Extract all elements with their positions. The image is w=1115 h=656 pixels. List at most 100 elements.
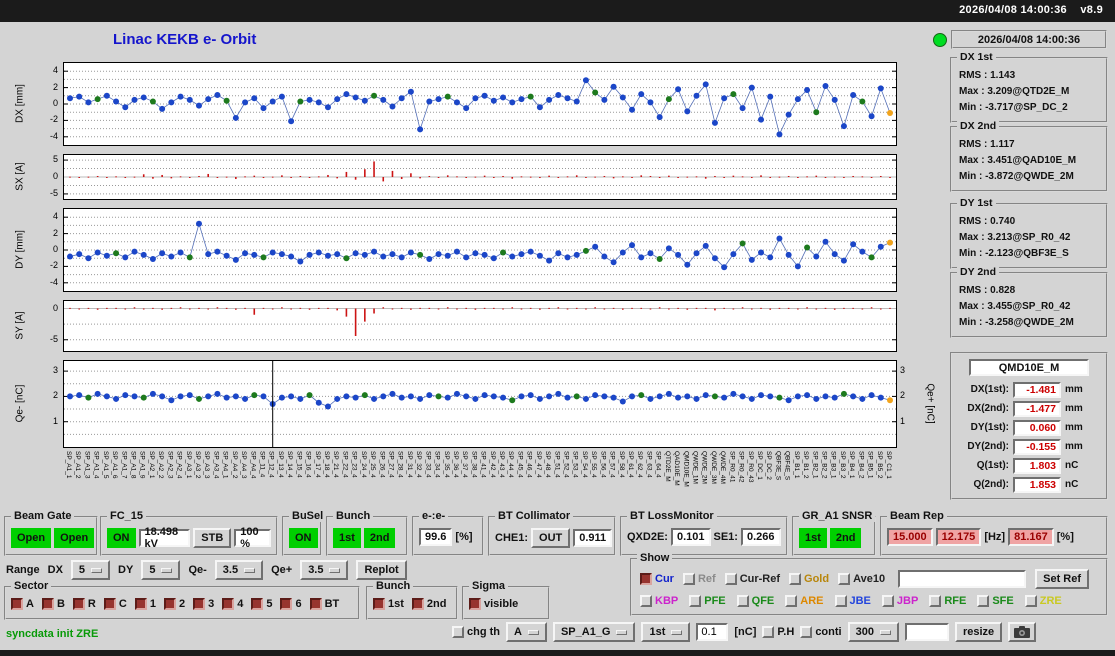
x-tick-label: SP_A4_2 [230, 451, 238, 479]
sector-toggle-a[interactable]: A [11, 598, 34, 610]
show-toggle-gold[interactable]: Gold [789, 573, 829, 585]
region-toggle-jbe[interactable]: JBE [834, 595, 871, 607]
range-dx-select[interactable]: 5 [70, 560, 111, 580]
axis-label-sy: SY [A] [14, 311, 26, 340]
show-toggle-ref[interactable]: Ref [682, 573, 716, 585]
plot-qe[interactable] [63, 360, 897, 448]
sigma-legend: Sigma [469, 580, 509, 592]
beam-gate-open-button-2[interactable]: Open [54, 528, 95, 548]
sector-select[interactable]: A [506, 622, 547, 642]
sector-toggle-6[interactable]: 6 [280, 598, 302, 610]
resize-button[interactable]: resize [954, 622, 1003, 642]
x-tick-label: SP_B5_1 [866, 451, 874, 479]
x-tick-label: SP_B2_2 [820, 451, 828, 479]
gr-a1-1st-button[interactable]: 1st [799, 528, 827, 548]
bunch-legend: Bunch [333, 510, 374, 522]
busel-on-button[interactable]: ON [289, 528, 318, 548]
plot-dy[interactable] [63, 208, 897, 292]
sector-legend: Sector [11, 580, 52, 592]
plot-dx[interactable] [63, 62, 897, 146]
stats-dx-2nd: DX 2nd RMS : 1.117 Max : 3.451@QAD10E_M … [950, 120, 1108, 192]
range-label: Range [6, 564, 40, 576]
threshold-input[interactable] [696, 623, 729, 641]
toggle-label: 3 [208, 598, 215, 610]
region-toggle-zre[interactable]: ZRE [1024, 595, 1062, 607]
toggle-label: 2nd [426, 598, 447, 610]
interval-select[interactable]: 300 [847, 622, 899, 642]
beam-rep-hz-unit: [Hz] [984, 531, 1006, 543]
fc15-group: FC_15 ON 18.498 kV STB 100 % [100, 510, 278, 556]
show-toggle-cur-ref[interactable]: Cur-Ref [724, 573, 780, 585]
fc15-kv-value: 18.498 kV [138, 526, 191, 550]
sector-toggle-4[interactable]: 4 [222, 598, 243, 610]
conti-toggle[interactable]: conti [800, 626, 842, 638]
sector-toggle-c[interactable]: C [103, 598, 127, 610]
checkbox-icon [134, 598, 147, 610]
page-title: Linac KEKB e- Orbit [113, 31, 257, 48]
toggle-label: Ave10 [853, 573, 886, 585]
replot-button[interactable]: Replot [356, 560, 407, 580]
plot-sx[interactable] [63, 154, 897, 200]
x-tick-label: SP_A2_1 [147, 451, 155, 479]
ref-name-input[interactable] [898, 570, 1027, 588]
set-ref-button[interactable]: Set Ref [1035, 569, 1090, 589]
bunch-1st-button[interactable]: 1st [333, 528, 361, 548]
sector-toggle-5[interactable]: 5 [251, 598, 272, 610]
bunch-order-value: 1st [649, 626, 666, 638]
x-tick-label: SP_54_4 [580, 451, 588, 478]
range-qep-select[interactable]: 3.5 [300, 560, 349, 580]
chg-th-toggle[interactable]: chg th [452, 626, 500, 638]
conti-label: conti [815, 626, 842, 638]
toggle-label: 6 [295, 598, 302, 610]
sector-toggle-bt[interactable]: BT [309, 598, 339, 610]
range-qem-select[interactable]: 3.5 [214, 560, 264, 580]
x-tick-label: SP_A3_2 [193, 451, 201, 479]
bunch-toggle-2nd[interactable]: 2nd [411, 598, 447, 610]
beam-gate-open-button-1[interactable]: Open [11, 528, 52, 548]
bunch-toggle-1st[interactable]: 1st [373, 598, 404, 610]
ph-toggle[interactable]: P.H [762, 626, 794, 638]
show-toggle-ave10[interactable]: Ave10 [838, 573, 885, 585]
toggle-label: JBE [849, 595, 871, 607]
checkbox-icon [736, 595, 749, 607]
che1-out-button[interactable]: OUT [531, 528, 571, 548]
monitor-row-unit: nC [1065, 479, 1079, 490]
bunch-2nd-button[interactable]: 2nd [363, 528, 396, 548]
region-toggle-rfe[interactable]: RFE [929, 595, 966, 607]
fc15-on-button[interactable]: ON [107, 528, 136, 548]
plot-sy[interactable] [63, 300, 897, 352]
titlebar-timestamp: 2026/04/08 14:00:36 [959, 4, 1067, 16]
sigma-toggle-visible[interactable]: visible [469, 598, 518, 610]
axis-label-dx: DX [mm] [14, 84, 26, 123]
stat-rms: RMS : 1.117 [959, 139, 1015, 150]
region-toggle-jbp[interactable]: JBP [881, 595, 918, 607]
sector-toggle-b[interactable]: B [41, 598, 65, 610]
chg-th-label: chg th [467, 626, 500, 638]
toggle-label: 4 [237, 598, 244, 610]
range-dy-select[interactable]: 5 [141, 560, 181, 580]
region-toggle-are[interactable]: ARE [785, 595, 824, 607]
y-tick-label: 1 [52, 415, 58, 426]
aux-input[interactable] [904, 623, 949, 641]
bunch-order-select[interactable]: 1st [641, 622, 691, 642]
sector-toggle-1[interactable]: 1 [134, 598, 156, 610]
selected-monitor-name[interactable]: QMD10E_M [969, 359, 1089, 376]
show-toggle-cur[interactable]: Cur [640, 573, 674, 585]
snapshot-button[interactable] [1008, 622, 1037, 642]
region-toggle-kbp[interactable]: KBP [640, 595, 678, 607]
sector-toggle-2[interactable]: 2 [163, 598, 185, 610]
beam-gate-group: Beam Gate Open Open [4, 510, 98, 556]
region-toggle-qfe[interactable]: QFE [736, 595, 774, 607]
bt-collimator-group: BT Collimator CHE1: OUT 0.911 [488, 510, 616, 556]
stats-group-title: DX 1st [957, 51, 996, 63]
region-toggle-sfe[interactable]: SFE [977, 595, 1014, 607]
sector-toggle-3[interactable]: 3 [193, 598, 214, 610]
stat-rms: RMS : 0.828 [959, 285, 1016, 296]
gr-a1-2nd-button[interactable]: 2nd [829, 528, 862, 548]
region-toggle-pfe[interactable]: PFE [689, 595, 726, 607]
monitor-row-unit: nC [1065, 460, 1079, 471]
checkbox-icon [41, 598, 54, 610]
fc15-stb-button[interactable]: STB [193, 528, 232, 548]
monitor-select[interactable]: SP_A1_G [552, 622, 636, 642]
sector-toggle-r[interactable]: R [72, 598, 96, 610]
